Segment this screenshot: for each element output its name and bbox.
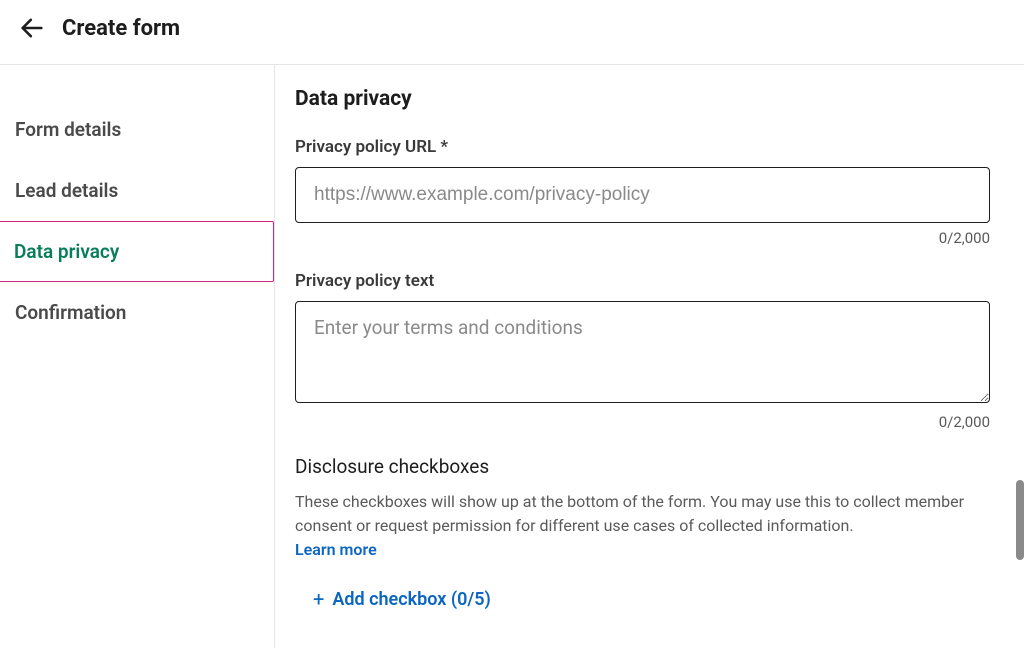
- scrollbar-thumb[interactable]: [1016, 480, 1024, 560]
- section-title: Data privacy: [295, 87, 990, 111]
- sidebar-item-label: Data privacy: [14, 240, 119, 263]
- privacy-url-counter: 0/2,000: [295, 229, 990, 247]
- sidebar: Form details Lead details Data privacy C…: [0, 65, 275, 648]
- plus-icon: +: [313, 587, 324, 611]
- privacy-url-input[interactable]: [295, 167, 990, 223]
- back-arrow-icon[interactable]: [18, 14, 46, 42]
- header: Create form: [0, 0, 1024, 56]
- add-checkbox-label: Add checkbox (0/5): [332, 589, 490, 610]
- sidebar-item-label: Confirmation: [15, 301, 126, 324]
- sidebar-item-data-privacy[interactable]: Data privacy: [0, 221, 274, 282]
- disclosure-title: Disclosure checkboxes: [295, 455, 990, 478]
- add-checkbox-button[interactable]: + Add checkbox (0/5): [313, 587, 491, 611]
- privacy-url-label: Privacy policy URL *: [295, 137, 990, 157]
- main-content: Data privacy Privacy policy URL * 0/2,00…: [275, 65, 1024, 648]
- sidebar-item-label: Form details: [15, 118, 121, 141]
- sidebar-item-label: Lead details: [15, 179, 118, 202]
- privacy-text-counter: 0/2,000: [295, 413, 990, 431]
- page-title: Create form: [62, 16, 180, 41]
- sidebar-item-lead-details[interactable]: Lead details: [0, 160, 274, 221]
- privacy-text-label: Privacy policy text: [295, 271, 990, 291]
- disclosure-helper: These checkboxes will show up at the bot…: [295, 490, 990, 538]
- sidebar-item-confirmation[interactable]: Confirmation: [0, 282, 274, 343]
- learn-more-link[interactable]: Learn more: [295, 540, 377, 559]
- sidebar-item-form-details[interactable]: Form details: [0, 99, 274, 160]
- privacy-text-input[interactable]: [295, 301, 990, 403]
